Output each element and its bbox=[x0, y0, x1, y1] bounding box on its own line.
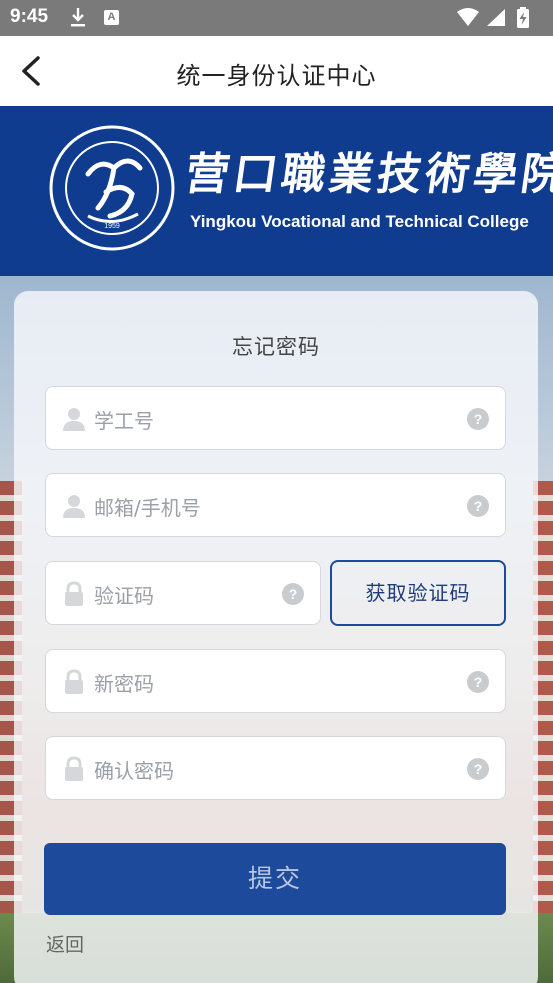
svg-text:1959: 1959 bbox=[104, 223, 120, 230]
verification-code-placeholder: 验证码 bbox=[94, 584, 154, 608]
forgot-password-card: 忘记密码 学工号 ? 邮箱/手机号 ? 验证码 ? 获取验证码 新密码 ? 确认… bbox=[14, 291, 538, 983]
student-id-placeholder: 学工号 bbox=[94, 409, 154, 433]
user-icon bbox=[63, 495, 85, 518]
student-id-field[interactable]: 学工号 ? bbox=[45, 386, 506, 450]
help-icon[interactable]: ? bbox=[282, 583, 304, 605]
verification-code-field[interactable]: 验证码 ? bbox=[45, 561, 321, 625]
get-verification-code-button[interactable]: 获取验证码 bbox=[330, 560, 506, 626]
page-title: 统一身份认证中心 bbox=[176, 62, 377, 90]
school-seal-logo: 1959 bbox=[49, 125, 175, 251]
return-link[interactable]: 返回 bbox=[46, 930, 84, 957]
help-icon[interactable]: ? bbox=[467, 671, 489, 693]
email-phone-field[interactable]: 邮箱/手机号 ? bbox=[45, 473, 506, 537]
confirm-password-field[interactable]: 确认密码 ? bbox=[45, 736, 506, 800]
lock-icon bbox=[65, 581, 83, 606]
help-icon[interactable]: ? bbox=[467, 408, 489, 430]
nav-bar: 统一身份认证中心 bbox=[0, 36, 553, 106]
user-icon bbox=[63, 408, 85, 431]
signal-icon bbox=[487, 9, 505, 26]
email-phone-placeholder: 邮箱/手机号 bbox=[94, 496, 201, 520]
lock-icon bbox=[65, 669, 83, 694]
help-icon[interactable]: ? bbox=[467, 495, 489, 517]
form-title: 忘记密码 bbox=[232, 335, 320, 359]
wifi-icon bbox=[457, 8, 479, 26]
confirm-password-placeholder: 确认密码 bbox=[94, 759, 174, 783]
school-name-english: Yingkou Vocational and Technical College bbox=[190, 212, 529, 231]
battery-charging-icon bbox=[517, 7, 529, 28]
help-icon[interactable]: ? bbox=[467, 758, 489, 780]
status-bar: 9:45 A bbox=[0, 0, 553, 36]
status-indicators bbox=[457, 7, 529, 28]
new-password-placeholder: 新密码 bbox=[94, 672, 154, 696]
download-icon bbox=[71, 8, 85, 27]
school-banner: 1959 营口職業技術學院 Yingkou Vocational and Tec… bbox=[0, 106, 553, 276]
new-password-field[interactable]: 新密码 ? bbox=[45, 649, 506, 713]
a-notification-icon: A bbox=[104, 10, 119, 25]
lock-icon bbox=[65, 756, 83, 781]
school-name-chinese: 营口職業技術學院 bbox=[181, 149, 553, 200]
submit-button[interactable]: 提交 bbox=[44, 843, 506, 915]
status-time: 9:45 bbox=[10, 6, 49, 27]
